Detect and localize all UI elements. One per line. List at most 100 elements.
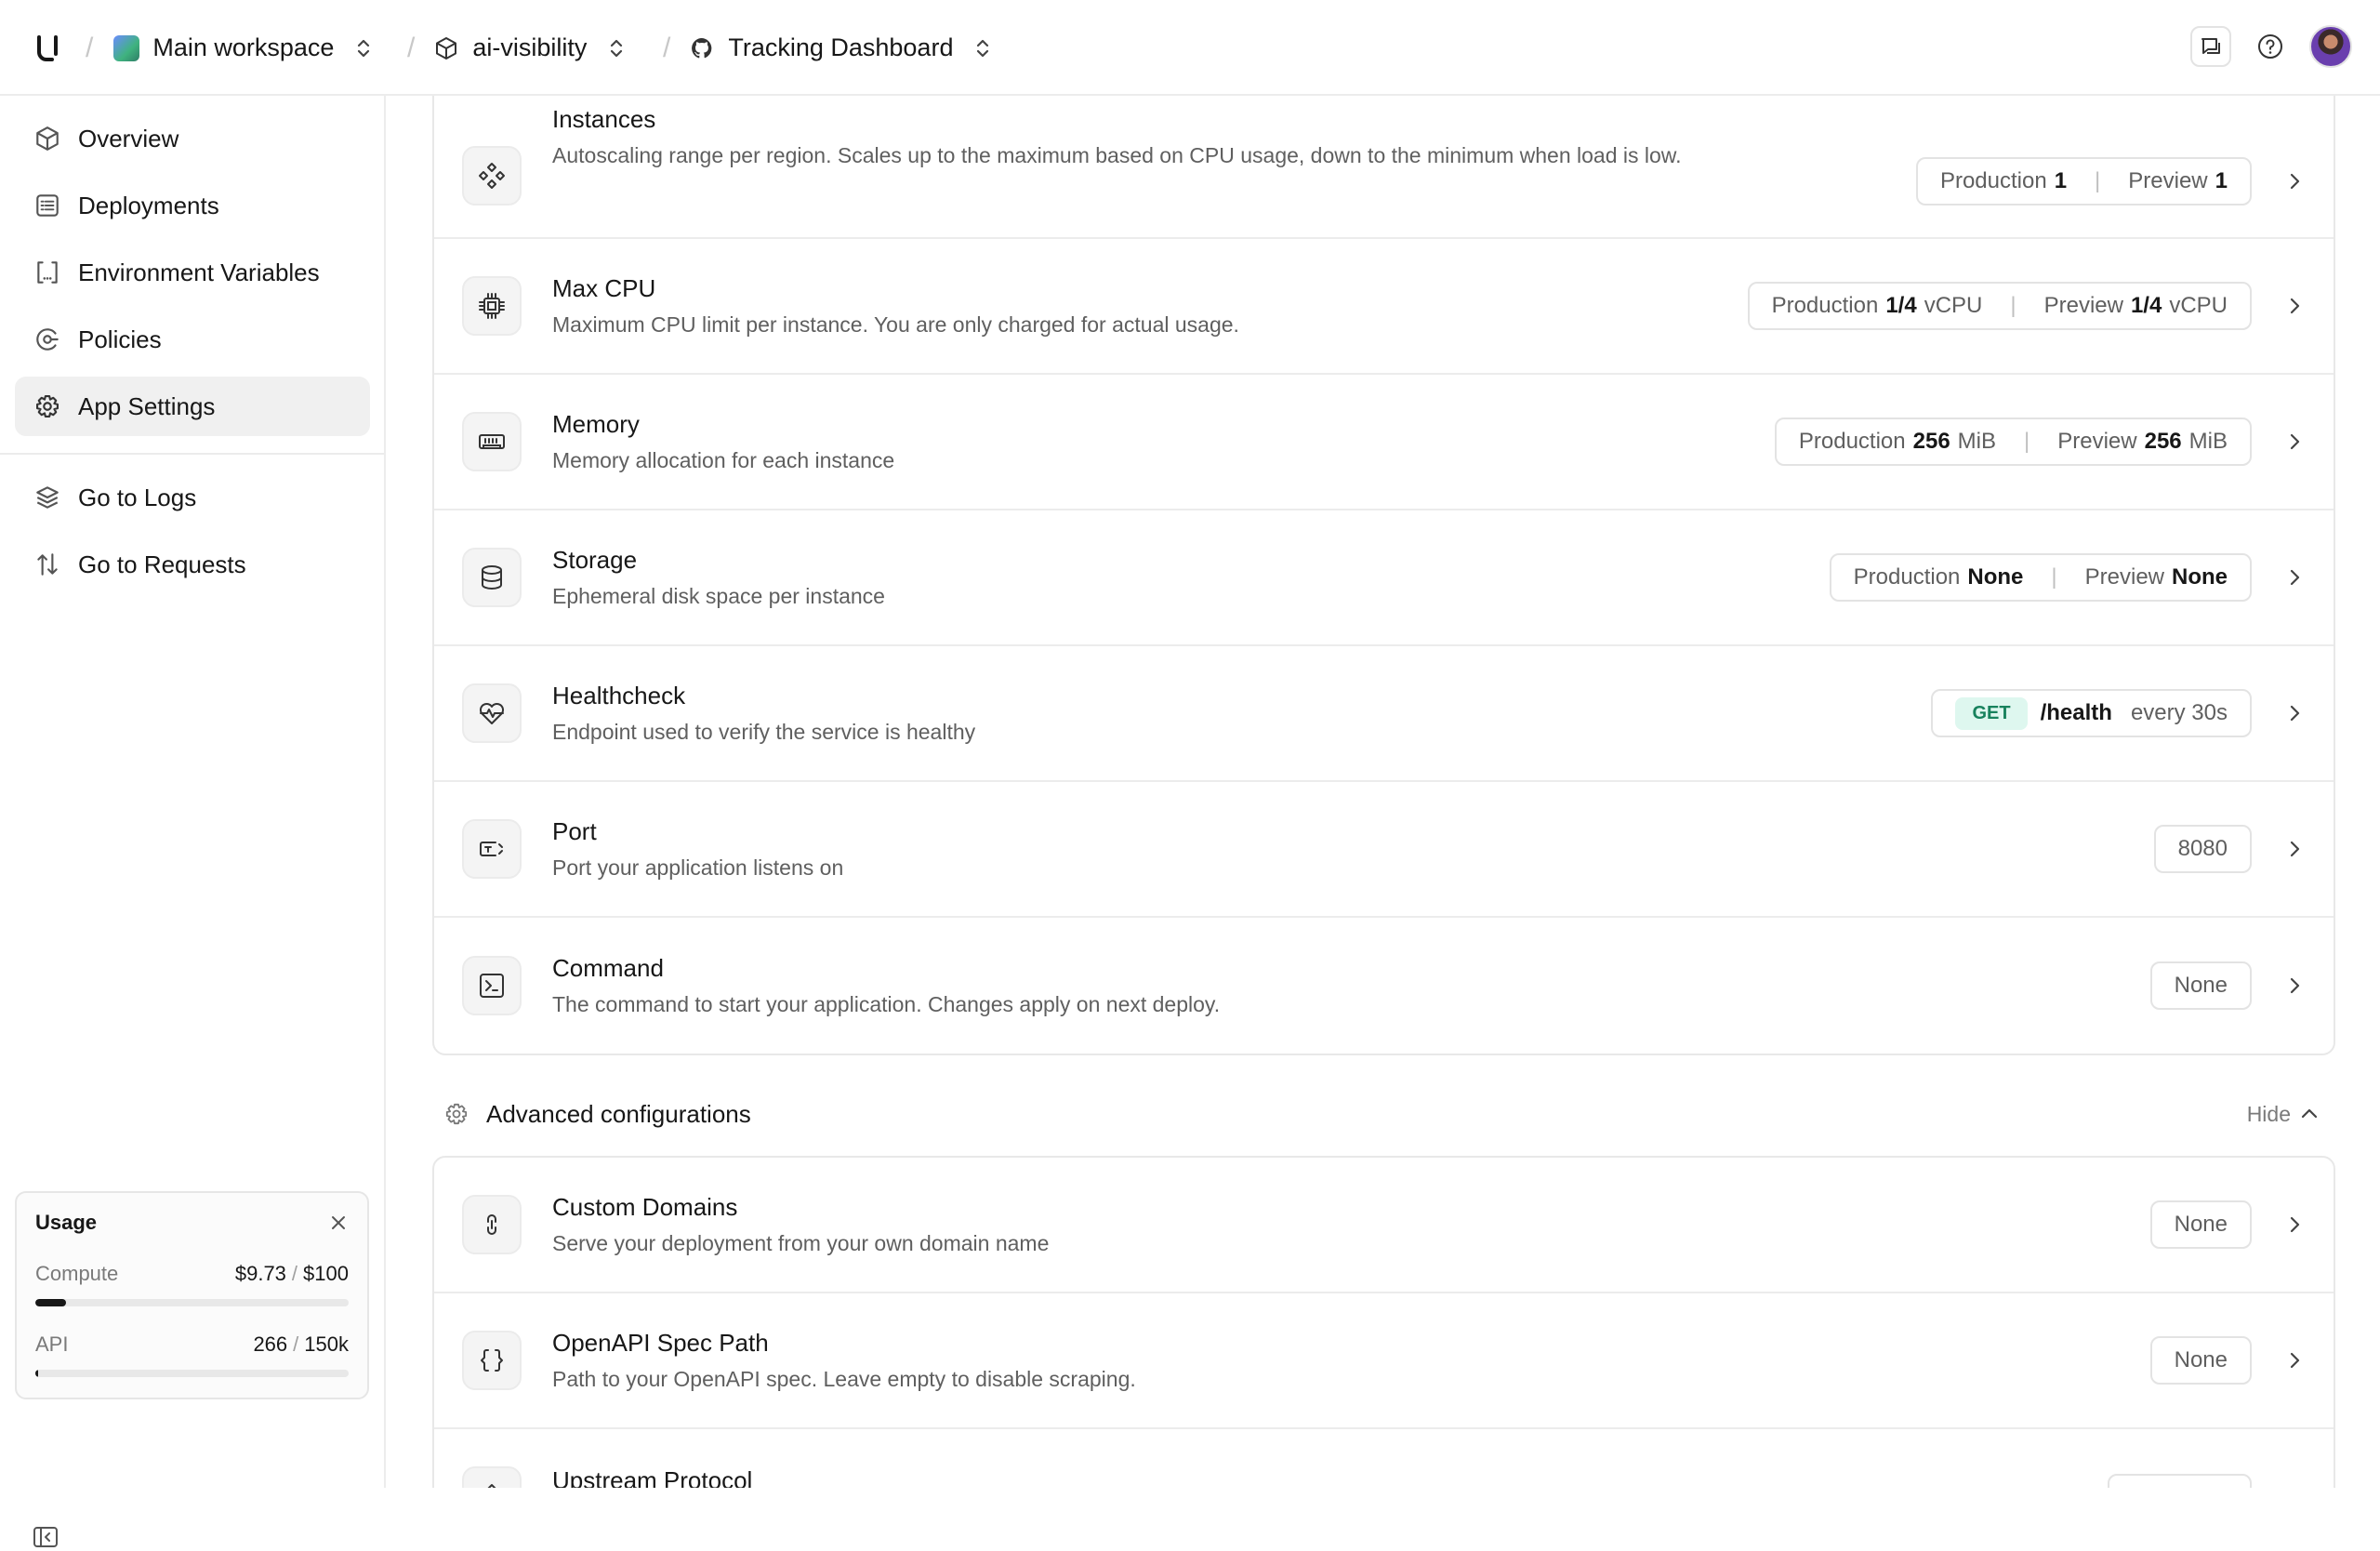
github-icon [692, 37, 712, 58]
preview-label: Preview [2128, 168, 2208, 193]
setting-description: Endpoint used to verify the service is h… [552, 719, 976, 744]
chevron-right-icon[interactable] [2283, 838, 2306, 860]
setting-title: Port [552, 816, 597, 845]
chevron-updown-icon[interactable] [607, 36, 626, 60]
breadcrumb-separator: / [86, 32, 94, 63]
command-value[interactable]: None [2149, 961, 2252, 1010]
production-label: Production [1853, 564, 1961, 590]
max-cpu-value[interactable]: Production 1/4 vCPU | Preview 1/4 vCPU [1747, 282, 2252, 330]
main-content: Instances Autoscaling range per region. … [386, 96, 2380, 1488]
usage-api-bar [35, 1370, 349, 1377]
chevron-right-icon[interactable] [2283, 170, 2306, 192]
setting-row-custom-domains[interactable]: Custom Domains Serve your deployment fro… [434, 1158, 2334, 1293]
help-circle-icon [2258, 34, 2282, 59]
chevron-updown-icon[interactable] [354, 36, 373, 60]
setting-row-openapi-spec-path[interactable]: OpenAPI Spec Path Path to your OpenAPI s… [434, 1293, 2334, 1429]
setting-row-storage[interactable]: Storage Ephemeral disk space per instanc… [434, 510, 2334, 646]
logo-icon[interactable] [35, 33, 63, 61]
brackets-icon [37, 261, 58, 284]
sidebar-item-deployments[interactable]: Deployments [15, 176, 370, 235]
upstream-protocol-value[interactable]: HTTP/1.1 [2108, 1474, 2252, 1488]
production-value: 1/4 [1885, 293, 1917, 318]
chevron-right-icon[interactable] [2283, 295, 2306, 317]
setting-description: Serve your deployment from your own doma… [552, 1230, 1050, 1255]
chevron-right-icon[interactable] [2283, 974, 2306, 997]
arrows-updown-icon [37, 553, 58, 576]
memory-icon [462, 412, 522, 471]
production-label: Production [1798, 429, 1906, 454]
production-label: Production [1939, 168, 2047, 193]
production-value: 256 [1912, 429, 1950, 454]
settings-card: Instances Autoscaling range per region. … [432, 96, 2335, 1055]
sidebar-item-go-to-logs[interactable]: Go to Logs [15, 468, 370, 527]
usage-api-used: 266 [253, 1332, 288, 1356]
gear-icon [445, 1103, 468, 1125]
memory-value[interactable]: Production 256 MiB | Preview 256 MiB [1774, 418, 2252, 466]
sidebar-item-app-settings[interactable]: App Settings [15, 377, 370, 436]
setting-description: Memory allocation for each instance [552, 447, 895, 472]
usage-api: API 266/150k [35, 1332, 349, 1356]
sidebar-item-go-to-requests[interactable]: Go to Requests [15, 535, 370, 594]
workspace-name: Main workspace [152, 33, 335, 61]
usage-compute-label: Compute [35, 1262, 119, 1285]
chevron-right-icon[interactable] [2283, 1213, 2306, 1236]
openapi-spec-path-value[interactable]: None [2149, 1336, 2252, 1385]
production-unit: MiB [1957, 429, 1997, 454]
help-button[interactable] [2250, 26, 2291, 67]
preview-label: Preview [2084, 564, 2164, 590]
user-avatar[interactable] [2309, 25, 2352, 68]
storage-value[interactable]: Production None | Preview None [1829, 553, 2252, 602]
setting-row-instances[interactable]: Instances Autoscaling range per region. … [434, 96, 2334, 239]
chevron-right-icon[interactable] [2283, 566, 2306, 589]
sidebar-item-environment-variables[interactable]: Environment Variables [15, 243, 370, 302]
setting-row-healthcheck[interactable]: Healthcheck Endpoint used to verify the … [434, 646, 2334, 782]
setting-title: Custom Domains [552, 1192, 738, 1221]
preview-label: Preview [2043, 293, 2123, 318]
port-value[interactable]: 8080 [2153, 825, 2252, 873]
healthcheck-path: /health [2040, 700, 2112, 725]
sidebar-item-policies[interactable]: Policies [15, 310, 370, 369]
instances-value[interactable]: Production 1 | Preview 1 [1915, 157, 2252, 205]
shield-icon [36, 328, 59, 351]
healthcheck-value[interactable]: GET /health every 30s [1931, 689, 2252, 737]
setting-description: Autoscaling range per region. Scales up … [552, 143, 1682, 167]
chevron-right-icon[interactable] [2283, 702, 2306, 724]
setting-description: Path to your OpenAPI spec. Leave empty t… [552, 1366, 1136, 1391]
chevron-updown-icon[interactable] [973, 36, 992, 60]
advanced-configurations-header: Advanced configurations Hide [432, 1091, 2335, 1137]
production-value: None [1967, 564, 2024, 590]
chat-icon [2202, 38, 2220, 54]
setting-row-upstream-protocol[interactable]: Upstream Protocol HTTP/1.1 [434, 1429, 2334, 1488]
terminal-icon [462, 956, 522, 1015]
feedback-button[interactable] [2190, 26, 2231, 67]
setting-title: Command [552, 953, 664, 982]
setting-row-command[interactable]: Command The command to start your applic… [434, 918, 2334, 1054]
chevron-right-icon[interactable] [2283, 431, 2306, 453]
setting-row-max-cpu[interactable]: Max CPU Maximum CPU limit per instance. … [434, 239, 2334, 375]
sidebar-item-label: Deployments [78, 191, 219, 219]
protocol-icon [462, 1466, 522, 1488]
sidebar-item-overview[interactable]: Overview [15, 109, 370, 168]
hide-advanced-button[interactable]: Hide [2247, 1102, 2320, 1127]
workspace-avatar [113, 34, 140, 61]
preview-label: Preview [2057, 429, 2137, 454]
usage-api-limit: 150k [304, 1332, 349, 1356]
breadcrumb-project[interactable]: / ai-visibility [407, 0, 626, 96]
sidebar-nav: Overview Deployments Environment Variabl… [15, 109, 370, 444]
setting-row-memory[interactable]: Memory Memory allocation for each instan… [434, 375, 2334, 510]
breadcrumb-app[interactable]: / Tracking Dashboard [663, 0, 992, 96]
setting-title: OpenAPI Spec Path [552, 1328, 769, 1357]
setting-description: Ephemeral disk space per instance [552, 583, 885, 608]
custom-domains-value[interactable]: None [2149, 1200, 2252, 1249]
sidebar-item-label: Go to Logs [78, 483, 197, 511]
heart-pulse-icon [462, 683, 522, 743]
close-icon[interactable] [328, 1213, 349, 1233]
preview-unit: vCPU [2169, 293, 2228, 318]
preview-unit: MiB [2188, 429, 2228, 454]
top-right-actions [2190, 25, 2352, 68]
setting-description: Maximum CPU limit per instance. You are … [552, 312, 1239, 337]
breadcrumb-workspace[interactable]: / Main workspace [86, 0, 373, 96]
collapse-sidebar-icon[interactable] [32, 1523, 60, 1551]
setting-row-port[interactable]: Port Port your application listens on 80… [434, 782, 2334, 918]
chevron-right-icon[interactable] [2283, 1349, 2306, 1372]
